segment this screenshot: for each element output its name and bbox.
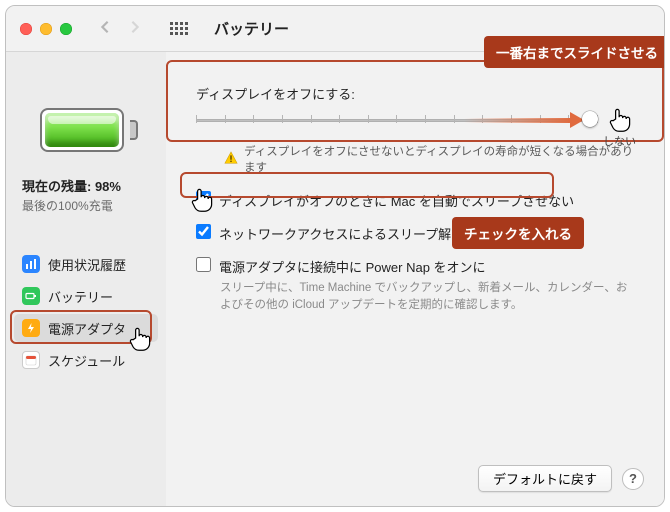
hand-cursor-icon [126, 324, 154, 355]
sidebar: 現在の残量: 98% 最後の100%充電 使用状況履歴 バッテリー [6, 52, 166, 506]
annotation-slide-right: 一番右までスライドさせる [484, 36, 665, 68]
footer: デフォルトに戻す ? [478, 465, 644, 492]
battery-icon [40, 108, 132, 152]
usage-icon [22, 255, 40, 273]
sidebar-item-label: スケジュール [48, 351, 125, 370]
checkbox-input[interactable] [196, 257, 211, 272]
checkbox-no-auto-sleep[interactable]: ディスプレイがオフのときに Mac を自動でスリープさせない [196, 191, 636, 210]
window-title: バッテリー [214, 18, 289, 39]
minimize-icon[interactable] [40, 23, 52, 35]
help-button[interactable]: ? [622, 468, 644, 490]
zoom-icon[interactable] [60, 23, 72, 35]
sidebar-item-label: 使用状況履歴 [48, 255, 126, 274]
sidebar-nav: 使用状況履歴 バッテリー 電源アダプタ [14, 250, 158, 374]
bolt-icon [22, 319, 40, 337]
sidebar-item-battery[interactable]: バッテリー [14, 282, 158, 310]
display-off-label: ディスプレイをオフにする: [196, 84, 636, 103]
battery-now-label: 現在の残量: 98% [22, 176, 150, 195]
main-panel: 一番右までスライドさせる ディスプレイをオフにする: しない [166, 52, 664, 506]
display-off-warning: ディスプレイをオフにさせないとディスプレイの寿命が短くなる場合があります [224, 143, 636, 175]
checkbox-label: ネットワークアクセスによるスリープ解除 [219, 224, 464, 243]
hand-cursor-icon [188, 185, 216, 216]
checkbox-power-nap[interactable]: 電源アダプタに接続中に Power Nap をオンに [196, 257, 636, 276]
forward-icon[interactable] [128, 20, 142, 37]
battery-small-icon [22, 287, 40, 305]
nav-arrows [98, 20, 142, 37]
preferences-window: バッテリー 現在の残量: 98% 最後の100%充電 使用状況履歴 [5, 5, 665, 507]
display-off-slider[interactable]: しない [196, 107, 636, 135]
sidebar-item-label: 電源アダプタ [48, 319, 126, 338]
sidebar-item-label: バッテリー [48, 287, 113, 306]
calendar-icon [22, 351, 40, 369]
hand-cursor-icon [606, 105, 634, 136]
show-all-icon[interactable] [170, 22, 188, 35]
battery-status: 現在の残量: 98% 最後の100%充電 [14, 176, 158, 214]
annotation-check-it: チェックを入れる [452, 217, 584, 249]
reset-defaults-button[interactable]: デフォルトに戻す [478, 465, 612, 492]
sidebar-item-usage[interactable]: 使用状況履歴 [14, 250, 158, 278]
back-icon[interactable] [98, 20, 112, 37]
battery-last-label: 最後の100%充電 [22, 197, 150, 214]
close-icon[interactable] [20, 23, 32, 35]
warning-icon [224, 151, 238, 168]
warning-text: ディスプレイをオフにさせないとディスプレイの寿命が短くなる場合があります [244, 143, 636, 175]
power-nap-description: スリープ中に、Time Machine でバックアップし、新着メール、カレンダー… [220, 280, 636, 315]
checkbox-label: ディスプレイがオフのときに Mac を自動でスリープさせない [219, 191, 574, 210]
checkbox-label: 電源アダプタに接続中に Power Nap をオンに [219, 257, 486, 276]
checkbox-input[interactable] [196, 224, 211, 239]
window-controls [18, 23, 72, 35]
